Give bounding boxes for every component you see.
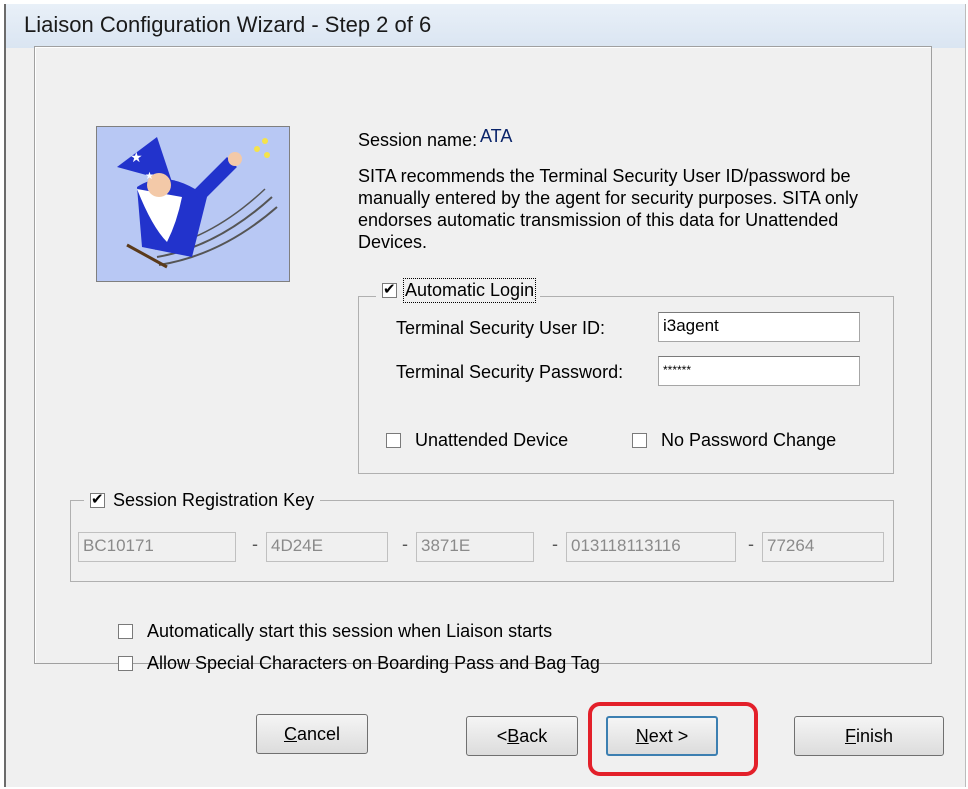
password-input[interactable]: ****** bbox=[658, 356, 860, 386]
no-password-change-option[interactable]: No Password Change bbox=[632, 430, 836, 451]
user-id-input[interactable]: i3agent bbox=[658, 312, 860, 342]
window-title: Liaison Configuration Wizard - Step 2 of… bbox=[24, 12, 432, 37]
special-chars-label: Allow Special Characters on Boarding Pas… bbox=[147, 653, 600, 673]
key-separator: - bbox=[402, 534, 408, 554]
special-chars-option[interactable]: Allow Special Characters on Boarding Pas… bbox=[118, 653, 600, 674]
security-notice: SITA recommends the Terminal Security Us… bbox=[358, 166, 858, 252]
title-bar[interactable]: Liaison Configuration Wizard - Step 2 of… bbox=[6, 4, 965, 48]
svg-text:★: ★ bbox=[145, 171, 154, 182]
auto-login-checkbox[interactable] bbox=[382, 280, 397, 300]
cancel-button[interactable]: Cancel bbox=[256, 714, 368, 754]
registration-key-3[interactable]: 3871E bbox=[416, 532, 534, 562]
auto-start-label: Automatically start this session when Li… bbox=[147, 621, 553, 641]
registration-key-1[interactable]: BC10171 bbox=[78, 532, 236, 562]
auto-login-legend[interactable]: Automatic Login bbox=[376, 278, 541, 303]
unattended-device-label: Unattended Device bbox=[415, 430, 569, 450]
wizard-image: ★ ★ bbox=[96, 126, 290, 282]
registration-key-label: Session Registration Key bbox=[113, 490, 315, 510]
registration-key-2[interactable]: 4D24E bbox=[266, 532, 388, 562]
auto-start-option[interactable]: Automatically start this session when Li… bbox=[118, 621, 552, 642]
no-password-change-label: No Password Change bbox=[661, 430, 837, 450]
password-label: Terminal Security Password: bbox=[396, 362, 624, 382]
session-name-value: ATA bbox=[480, 126, 513, 146]
back-button[interactable]: < Back bbox=[466, 716, 578, 756]
registration-key-checkbox[interactable] bbox=[90, 490, 105, 510]
unattended-device-checkbox[interactable] bbox=[386, 433, 401, 448]
finish-button[interactable]: Finish bbox=[794, 716, 944, 756]
registration-key-5[interactable]: 77264 bbox=[762, 532, 884, 562]
next-button-highlight bbox=[588, 702, 758, 776]
special-chars-checkbox[interactable] bbox=[118, 656, 133, 671]
unattended-device-option[interactable]: Unattended Device bbox=[386, 430, 568, 451]
svg-text:★: ★ bbox=[130, 149, 143, 165]
registration-key-legend[interactable]: Session Registration Key bbox=[84, 490, 321, 511]
key-separator: - bbox=[252, 534, 258, 554]
auto-start-checkbox[interactable] bbox=[118, 624, 133, 639]
key-separator: - bbox=[552, 534, 558, 554]
user-id-label: Terminal Security User ID: bbox=[396, 318, 606, 338]
session-name-label: Session name: bbox=[358, 130, 478, 150]
auto-login-label: Automatic Login bbox=[402, 278, 537, 303]
registration-key-4[interactable]: 013118113116 bbox=[566, 532, 736, 562]
no-password-change-checkbox[interactable] bbox=[632, 433, 647, 448]
key-separator: - bbox=[748, 534, 754, 554]
